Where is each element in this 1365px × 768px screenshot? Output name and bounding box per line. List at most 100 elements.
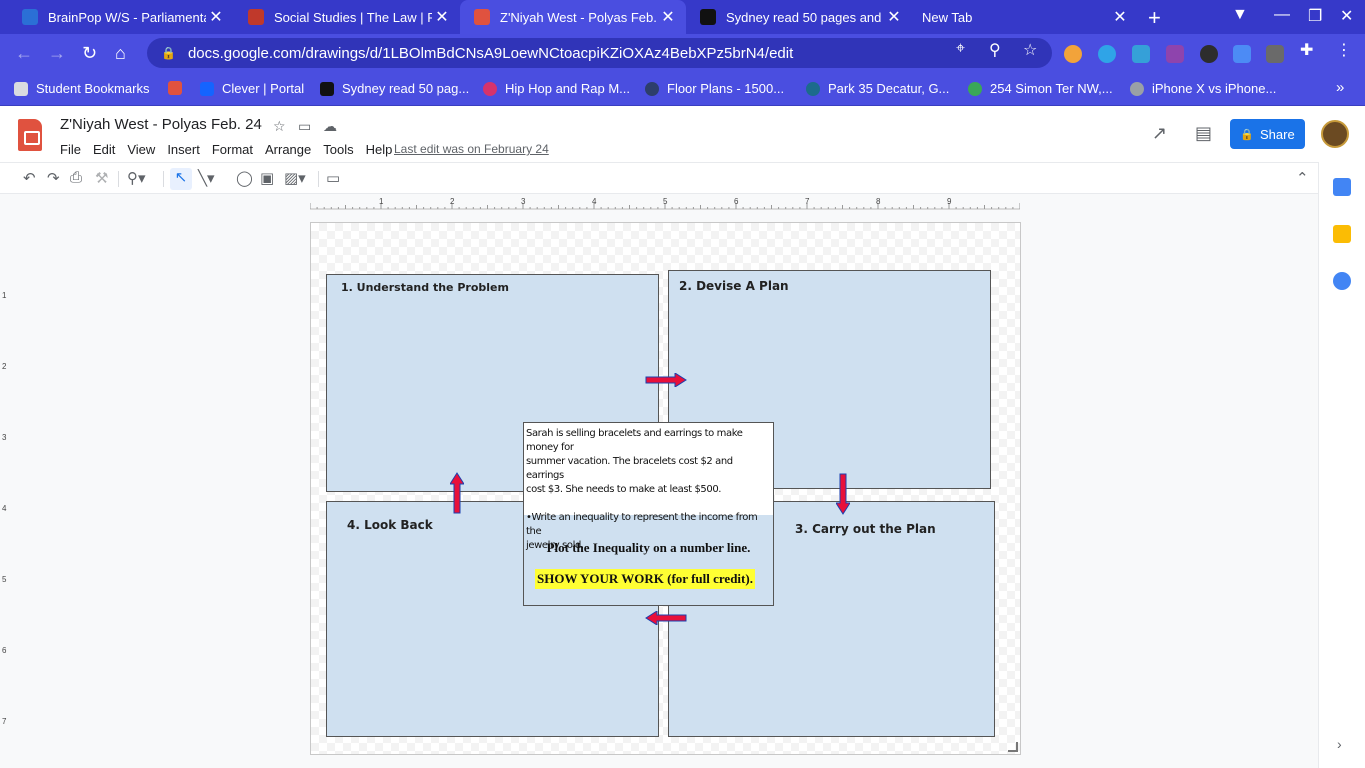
select-arrow-icon[interactable]: ↖	[170, 168, 192, 190]
social-studies-favicon-icon	[248, 9, 264, 25]
music-icon	[483, 81, 497, 96]
drawings-logo-icon[interactable]	[18, 119, 42, 151]
close-tab-icon[interactable]: ✕	[206, 7, 226, 27]
back-icon[interactable]: ←	[15, 43, 33, 64]
drawing-canvas[interactable]: 1. Understand the Problem 2. Devise A Pl…	[310, 222, 1021, 755]
extension-r-icon[interactable]	[1266, 45, 1284, 63]
expand-panel-icon[interactable]: ›	[1337, 736, 1342, 752]
menu-view[interactable]: View	[127, 142, 155, 157]
tab-social-studies[interactable]: Social Studies | The Law | Pa ✕	[226, 0, 460, 34]
share-label: Share	[1260, 126, 1295, 142]
bookmark-simon-ter[interactable]: 254 Simon Ter NW,...	[968, 81, 1113, 96]
menu-tools[interactable]: Tools	[323, 142, 353, 157]
maximize-icon[interactable]: ❐	[1308, 6, 1322, 26]
brainpop-favicon-icon	[22, 9, 38, 25]
tab-new-tab[interactable]: New Tab ✕	[912, 0, 1138, 34]
close-tab-icon[interactable]: ✕	[658, 7, 678, 27]
chrome-menu-icon[interactable]: ⋮	[1336, 40, 1352, 60]
url-text: docs.google.com/drawings/d/1LBOlmBdCNsA9…	[187, 44, 794, 62]
horizontal-ruler: 1 2 3 4 5 6 7 8 9	[309, 197, 1021, 210]
quadrant-label: 3. Carry out the Plan	[795, 522, 936, 536]
calendar-icon[interactable]	[1333, 178, 1351, 196]
bookmark-iphone[interactable]: iPhone X vs iPhone...	[1130, 81, 1276, 96]
problem-line: summer vacation. The bracelets cost $2 a…	[526, 456, 733, 481]
print-icon[interactable]: ⎙	[70, 169, 82, 186]
menu-edit[interactable]: Edit	[93, 142, 115, 157]
text-box-icon[interactable]: ▣	[260, 169, 274, 187]
tab-drawing[interactable]: Z'Niyah West - Polyas Feb. 2 ✕	[460, 0, 686, 34]
shape-tool-icon[interactable]: ◯	[236, 169, 253, 187]
extension-mic-icon[interactable]	[1200, 45, 1218, 63]
move-folder-icon[interactable]: ▭	[298, 118, 311, 135]
extension-coin-icon[interactable]	[1064, 45, 1082, 63]
collapse-toolbar-icon[interactable]: ⌃	[1296, 169, 1309, 187]
ruler-number: 3	[521, 197, 526, 206]
bookmark-star-icon[interactable]: ☆	[1023, 40, 1037, 60]
bookmark-hiphop[interactable]: Hip Hop and Rap M...	[483, 81, 630, 96]
up-arrow-icon[interactable]	[450, 472, 464, 514]
last-edit-link[interactable]: Last edit was on February 24	[394, 142, 549, 156]
extension-shield-icon[interactable]	[1098, 45, 1116, 63]
bookmark-app[interactable]	[168, 81, 190, 95]
tasks-icon[interactable]	[1333, 272, 1351, 290]
reload-icon[interactable]: ↻	[82, 43, 97, 64]
tab-brainpop[interactable]: BrainPop W/S - Parliamentar ✕	[0, 0, 234, 34]
tab-sydney[interactable]: Sydney read 50 pages and 4 ✕	[686, 0, 912, 34]
close-tab-icon[interactable]: ✕	[432, 7, 452, 27]
right-arrow-icon[interactable]	[645, 373, 687, 387]
star-icon[interactable]: ☆	[273, 118, 286, 135]
bookmarks-overflow-icon[interactable]: »	[1336, 79, 1344, 96]
image-insert-icon[interactable]: ▨▾	[284, 169, 306, 187]
share-button[interactable]: 🔒 Share	[1230, 119, 1305, 149]
extensions-puzzle-icon[interactable]: ✚	[1300, 40, 1313, 60]
extension-tw-icon[interactable]	[1166, 45, 1184, 63]
add-comment-icon[interactable]: ▭	[326, 169, 340, 187]
menu-help[interactable]: Help	[366, 142, 393, 157]
menu-insert[interactable]: Insert	[167, 142, 200, 157]
redo-icon[interactable]: ↷	[47, 169, 60, 187]
bookmark-label: Sydney read 50 pag...	[342, 81, 470, 96]
ruler-number: 7	[2, 717, 7, 726]
bookmark-clever[interactable]: Clever | Portal	[200, 81, 304, 96]
avatar[interactable]	[1321, 120, 1349, 148]
comments-icon[interactable]: ▤	[1195, 123, 1212, 144]
zoom-icon[interactable]: ⚲▾	[127, 169, 146, 187]
forward-icon[interactable]: →	[48, 43, 66, 64]
activity-trend-icon[interactable]: ↗	[1152, 123, 1167, 144]
zoom-icon[interactable]: ⚲	[989, 40, 1001, 60]
close-tab-icon[interactable]: ✕	[1110, 7, 1130, 27]
bookmark-park-35[interactable]: Park 35 Decatur, G...	[806, 81, 949, 96]
keep-icon[interactable]	[1333, 225, 1351, 243]
tab-search-chevron-icon[interactable]: ▼	[1232, 6, 1248, 24]
new-tab-plus-icon[interactable]: +	[1148, 5, 1161, 31]
menu-file[interactable]: File	[60, 142, 81, 157]
canvas-resize-handle[interactable]	[1008, 742, 1018, 752]
down-arrow-icon[interactable]	[836, 473, 850, 515]
ruler-number: 4	[592, 197, 597, 206]
problem-text-box[interactable]: Sarah is selling bracelets and earrings …	[524, 423, 773, 551]
left-arrow-icon[interactable]	[645, 611, 687, 625]
extension-translate-icon[interactable]	[1233, 45, 1251, 63]
bookmark-floor-plans[interactable]: Floor Plans - 1500...	[645, 81, 784, 96]
document-title[interactable]: Z'Niyah West - Polyas Feb. 24	[60, 116, 262, 133]
undo-icon[interactable]: ↶	[23, 169, 36, 187]
menu-arrange[interactable]: Arrange	[265, 142, 311, 157]
ruler-number: 5	[663, 197, 668, 206]
paint-format-icon[interactable]: ⚒	[95, 169, 108, 187]
drawings-header: Z'Niyah West - Polyas Feb. 24 ☆ ▭ ☁ File…	[0, 106, 1365, 162]
location-icon[interactable]: ⌖	[956, 40, 965, 58]
ruler-number: 7	[805, 197, 810, 206]
home-icon[interactable]: ⌂	[115, 43, 126, 64]
bookmark-sydney[interactable]: Sydney read 50 pag...	[320, 81, 469, 96]
menu-format[interactable]: Format	[212, 142, 253, 157]
line-tool-icon[interactable]: ╲▾	[198, 169, 215, 187]
problem-box[interactable]: Sarah is selling bracelets and earrings …	[523, 422, 774, 606]
extension-person-icon[interactable]	[1132, 45, 1150, 63]
cloud-saved-icon[interactable]: ☁	[323, 118, 337, 135]
bookmark-student-bookmarks[interactable]: Student Bookmarks	[14, 81, 149, 96]
b-icon	[320, 81, 334, 96]
minimize-icon[interactable]: —	[1274, 6, 1290, 24]
close-tab-icon[interactable]: ✕	[884, 7, 904, 27]
close-window-icon[interactable]: ✕	[1340, 6, 1353, 26]
address-bar[interactable]: 🔒 docs.google.com/drawings/d/1LBOlmBdCNs…	[147, 38, 1052, 68]
